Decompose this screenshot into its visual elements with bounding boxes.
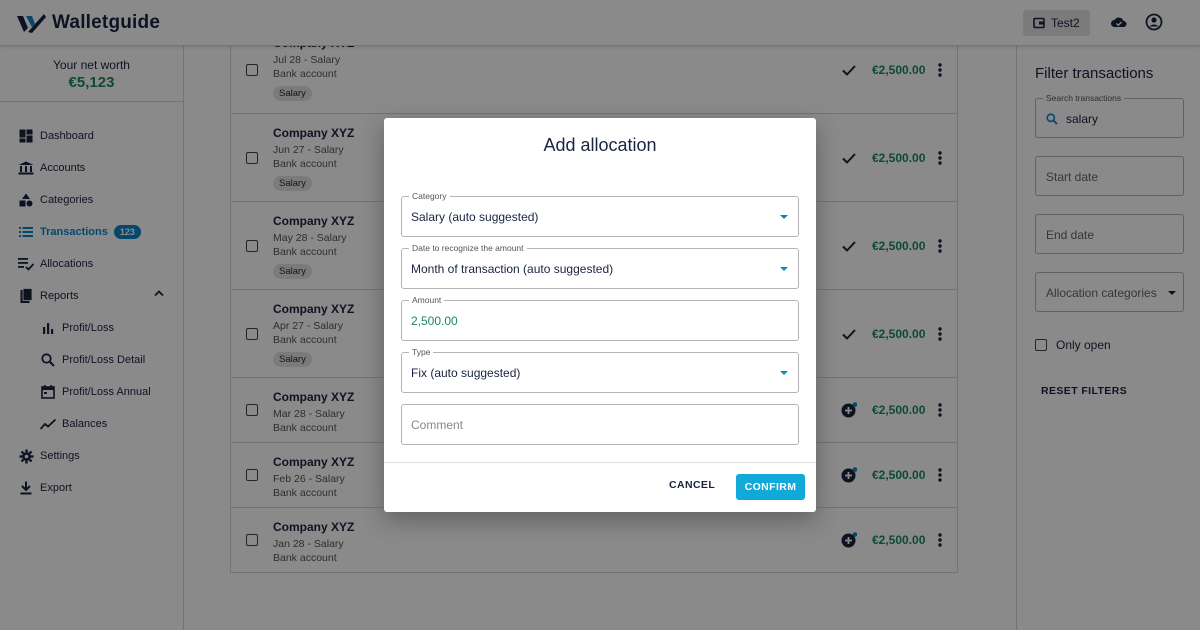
caret-down-icon	[780, 215, 788, 219]
add-allocation-dialog: Add allocation Category Salary (auto sug…	[384, 118, 816, 512]
comment-input[interactable]: Comment	[401, 404, 799, 445]
comment-placeholder: Comment	[411, 418, 464, 432]
category-label: Category	[409, 191, 450, 201]
recognition-date-value: Month of transaction (auto suggested)	[411, 262, 614, 276]
cancel-button[interactable]: CANCEL	[669, 479, 715, 491]
type-label: Type	[409, 347, 434, 357]
category-select[interactable]: Category Salary (auto suggested)	[401, 191, 799, 237]
dialog-title: Add allocation	[543, 135, 657, 155]
dialog-divider	[384, 462, 816, 463]
amount-input[interactable]: Amount 2,500.00	[401, 295, 799, 341]
type-value: Fix (auto suggested)	[411, 366, 521, 380]
caret-down-icon	[780, 371, 788, 375]
category-value: Salary (auto suggested)	[411, 210, 539, 224]
amount-value: 2,500.00	[411, 314, 458, 328]
amount-label: Amount	[409, 295, 445, 305]
caret-down-icon	[780, 267, 788, 271]
confirm-button[interactable]: CONFIRM	[736, 474, 805, 500]
recognition-date-label: Date to recognize the amount	[409, 243, 527, 253]
type-select[interactable]: Type Fix (auto suggested)	[401, 347, 799, 393]
recognition-date-select[interactable]: Date to recognize the amount Month of tr…	[401, 243, 799, 289]
